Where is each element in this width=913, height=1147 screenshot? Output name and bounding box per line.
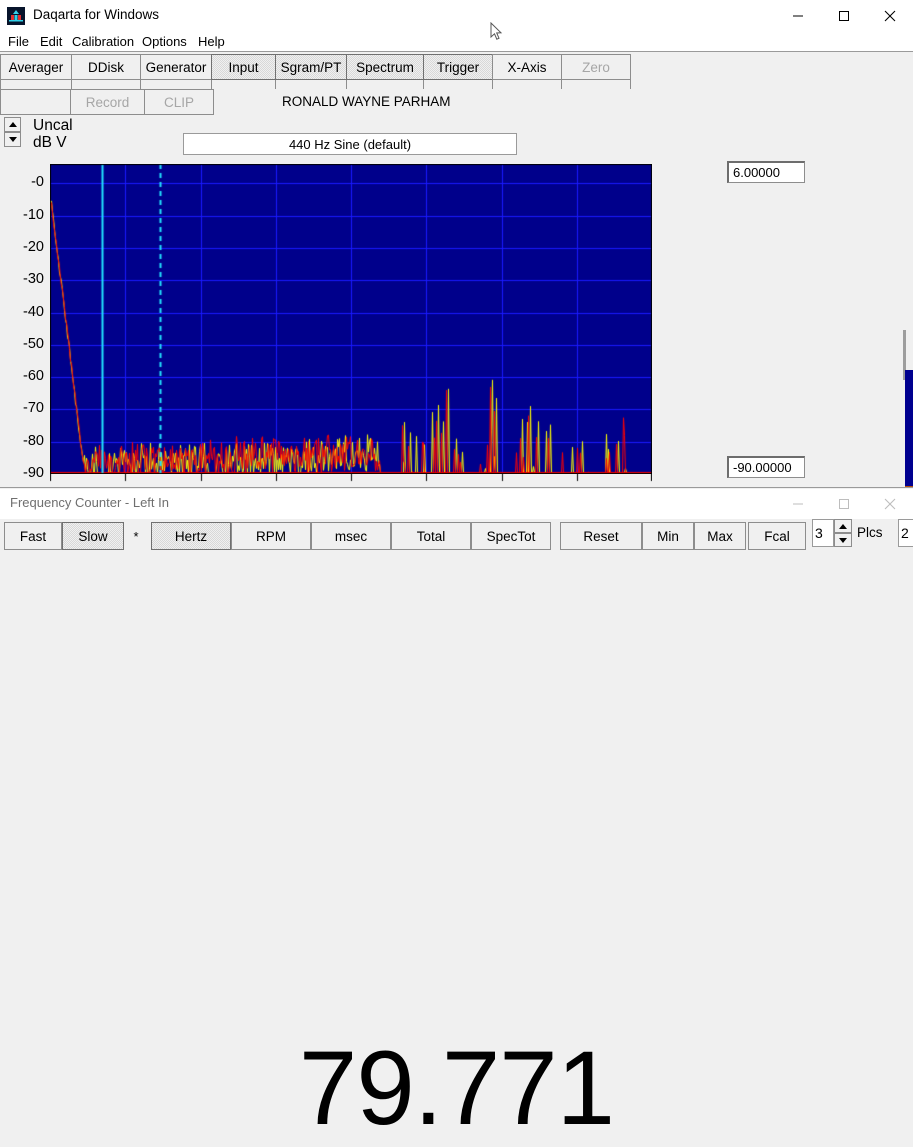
tab-ddisk[interactable]: DDisk xyxy=(71,54,141,80)
minimize-icon[interactable] xyxy=(775,0,821,32)
places-spinner[interactable] xyxy=(834,519,852,547)
tab-zero: Zero xyxy=(561,54,631,80)
frequency-counter-window: Frequency Counter - Left In Fast Slow * … xyxy=(0,487,913,1141)
fc-close-icon[interactable] xyxy=(867,489,913,519)
fc-button-hertz[interactable]: Hertz xyxy=(151,522,231,550)
title-bar: Daqarta for Windows xyxy=(0,0,913,33)
places-input[interactable]: 3 xyxy=(812,519,834,547)
fc-maximize-icon[interactable] xyxy=(821,489,867,519)
y-axis-labels: -0 -10 -20 -30 -40 -50 -60 -70 -80 -90 xyxy=(0,164,44,481)
menu-item-edit[interactable]: Edit xyxy=(40,34,62,50)
y-tick-label-neg40: -40 xyxy=(23,303,44,320)
y-tick-label-neg70: -70 xyxy=(23,400,44,417)
y-tick-label-neg60: -60 xyxy=(23,368,44,385)
frequency-counter-title: Frequency Counter - Left In xyxy=(10,495,169,510)
tab-trigger[interactable]: Trigger xyxy=(423,54,493,80)
fc-button-slow[interactable]: Slow xyxy=(62,522,124,550)
license-holder-name: RONALD WAYNE PARHAM xyxy=(282,94,451,109)
fc-button-rpm[interactable]: RPM xyxy=(231,522,311,550)
tab-generator[interactable]: Generator xyxy=(140,54,212,80)
x-axis-ticks xyxy=(50,474,652,486)
maximize-icon[interactable] xyxy=(821,0,867,32)
status-blank-button[interactable] xyxy=(0,89,71,115)
y-tick-label-neg90: -90 xyxy=(23,465,44,481)
spinner-down-icon[interactable] xyxy=(4,132,21,147)
y-tick-label-neg10: -10 xyxy=(23,206,44,223)
background-window-sliver xyxy=(905,370,913,486)
app-title: Daqarta for Windows xyxy=(33,7,160,22)
spectrum-canvas[interactable] xyxy=(50,164,652,474)
daqarta-app-icon xyxy=(7,7,25,25)
y-tick-label-neg20: -20 xyxy=(23,238,44,255)
fc-minimize-icon[interactable] xyxy=(775,489,821,519)
module-tab-strip: Averager DDisk Generator Input Sgram/PT … xyxy=(0,51,913,92)
range-spinner[interactable] xyxy=(4,117,21,147)
uncal-units-label: Uncal dB V xyxy=(33,117,73,151)
tab-input[interactable]: Input xyxy=(211,54,276,80)
places-extra-input[interactable]: 2 xyxy=(898,519,913,547)
tab-spectrum[interactable]: Spectrum xyxy=(346,54,424,80)
menu-item-help[interactable]: Help xyxy=(198,34,225,50)
x-axis-strip xyxy=(50,474,652,486)
fc-button-msec[interactable]: msec xyxy=(311,522,391,550)
tab-x-axis[interactable]: X-Axis xyxy=(492,54,562,80)
menu-item-options[interactable]: Options xyxy=(142,34,187,50)
menu-item-file[interactable]: File xyxy=(8,34,29,50)
spinner-up-icon[interactable] xyxy=(4,117,21,132)
places-spinner-up-icon[interactable] xyxy=(834,519,852,533)
fc-button-fast[interactable]: Fast xyxy=(4,522,62,550)
menu-item-calibration[interactable]: Calibration xyxy=(72,34,134,50)
clip-indicator: CLIP xyxy=(144,89,214,115)
scale-top-value-field[interactable]: 6.00000 xyxy=(727,161,805,183)
fc-button-min[interactable]: Min xyxy=(642,522,694,550)
y-tick-label-neg0: -0 xyxy=(31,174,44,191)
spectrum-plot[interactable] xyxy=(50,164,652,474)
tab-sgram-pt[interactable]: Sgram/PT xyxy=(275,54,347,80)
places-spinner-down-icon[interactable] xyxy=(834,533,852,547)
tab-averager[interactable]: Averager xyxy=(0,54,72,80)
y-tick-label-neg50: -50 xyxy=(23,335,44,352)
frequency-counter-title-bar: Frequency Counter - Left In xyxy=(0,489,913,519)
y-tick-label-neg80: -80 xyxy=(23,432,44,449)
fc-button-spectot[interactable]: SpecTot xyxy=(471,522,551,550)
fc-button-max[interactable]: Max xyxy=(694,522,746,550)
menu-bar: File Edit Calibration Options Help xyxy=(0,32,913,51)
generator-banner[interactable]: 440 Hz Sine (default) xyxy=(183,133,517,155)
fc-button-total[interactable]: Total xyxy=(391,522,471,550)
fc-star-indicator: * xyxy=(133,529,139,544)
scale-bottom-value-field[interactable]: -90.00000 xyxy=(727,456,805,478)
frequency-counter-toolbar: Fast Slow * Hertz RPM msec Total SpecTot… xyxy=(0,519,913,553)
record-button: Record xyxy=(70,89,145,115)
secondary-toolbar: Record CLIP RONALD WAYNE PARHAM xyxy=(0,89,913,115)
fc-button-fcal[interactable]: Fcal xyxy=(748,522,806,550)
places-label: Plcs xyxy=(857,525,883,540)
frequency-readout: 79.771 xyxy=(298,1030,615,1147)
close-icon[interactable] xyxy=(867,0,913,32)
y-tick-label-neg30: -30 xyxy=(23,271,44,288)
fc-button-reset[interactable]: Reset xyxy=(560,522,642,550)
